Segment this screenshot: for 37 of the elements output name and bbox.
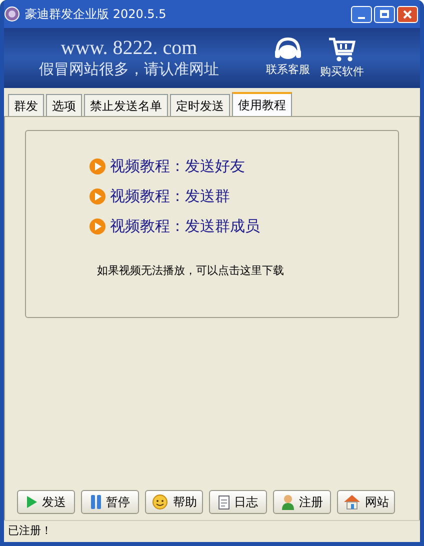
play-icon: [89, 218, 106, 234]
tutorial-link[interactable]: 视频教程：发送群: [89, 181, 398, 211]
tab[interactable]: 禁止发送名单: [84, 94, 168, 116]
website-url: www. 8222. com: [60, 37, 198, 59]
close-button[interactable]: [397, 6, 418, 22]
play-icon: [89, 188, 106, 204]
download-link[interactable]: 如果视频无法播放，可以点击这里下载: [97, 263, 398, 280]
toolbar-button[interactable]: 暂停: [81, 490, 139, 514]
user-icon: [281, 494, 295, 510]
banner-link[interactable]: 联系客服: [266, 37, 310, 79]
pause-icon: [90, 494, 102, 510]
smiley-icon: [151, 494, 169, 510]
minimize-button[interactable]: [351, 6, 372, 22]
house-icon: [343, 494, 361, 510]
tab[interactable]: 群发: [8, 94, 44, 116]
slogan: 假冒网站很多，请认准网址: [39, 59, 219, 79]
toolbar-button[interactable]: 帮助: [145, 490, 203, 514]
status-text: 已注册！: [8, 523, 52, 540]
toolbar-button[interactable]: 网站: [337, 490, 395, 514]
tutorial-link[interactable]: 视频教程：发送群成员: [89, 211, 398, 241]
headset-icon: [273, 37, 303, 61]
tutorial-link[interactable]: 视频教程：发送好友: [89, 151, 398, 181]
tab[interactable]: 选项: [46, 94, 82, 116]
banner-link[interactable]: 购买软件: [320, 37, 364, 79]
app-icon: [4, 6, 20, 22]
tab[interactable]: 定时发送: [170, 94, 230, 116]
window-title: 豪迪群发企业版 2020.5.5: [25, 6, 166, 23]
toolbar-button[interactable]: 注册: [273, 490, 331, 514]
play-icon: [89, 158, 106, 174]
document-icon: [218, 494, 230, 510]
close-icon: [403, 10, 412, 18]
toolbar-button[interactable]: 发送: [17, 490, 75, 514]
maximize-button[interactable]: [374, 6, 395, 22]
tab[interactable]: 使用教程: [232, 92, 292, 116]
play-icon: [26, 495, 38, 509]
cart-icon: [328, 37, 356, 63]
toolbar-button[interactable]: 日志: [209, 490, 267, 514]
